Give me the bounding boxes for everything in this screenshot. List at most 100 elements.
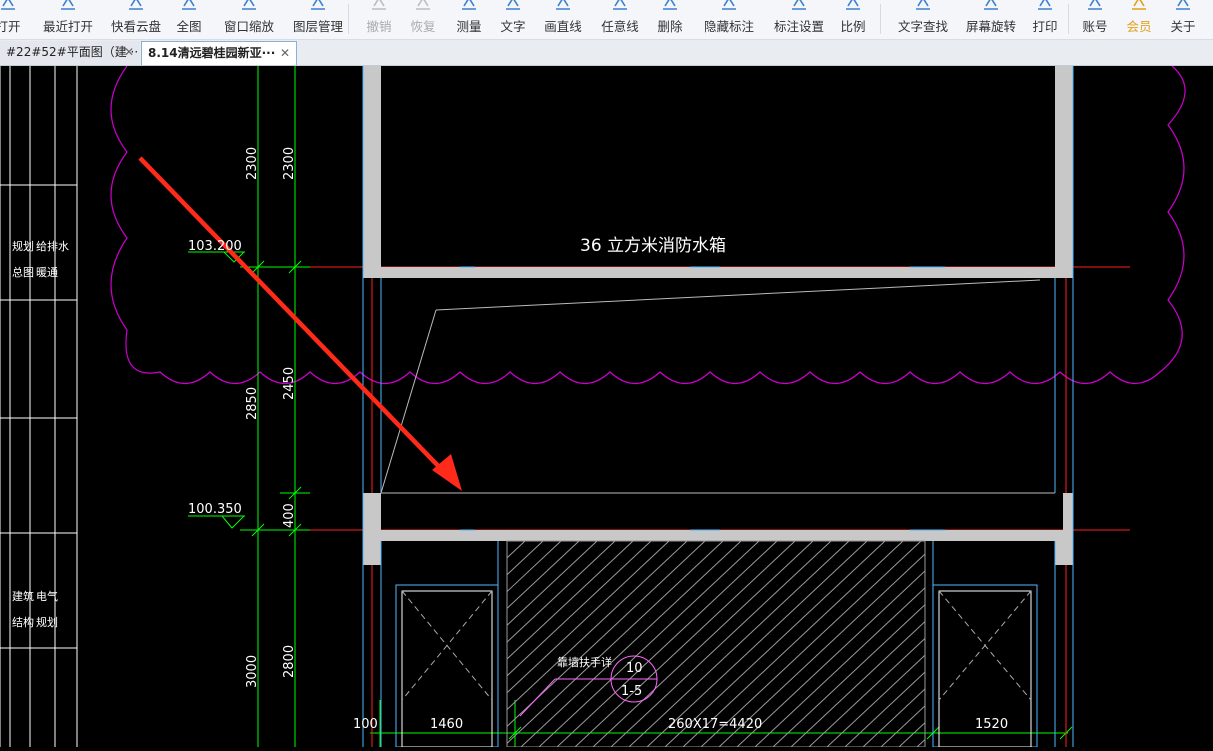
hatch-line <box>507 541 580 610</box>
pen-icon <box>611 0 629 10</box>
hatch-line <box>844 671 925 747</box>
toolbar-label: 图层管理 <box>292 19 343 34</box>
tab-2[interactable]: 8.14清远碧桂园新亚··· ✕ <box>141 41 297 65</box>
toolbar-label: 全图 <box>176 19 202 34</box>
detail-number: 10 <box>626 661 643 676</box>
ruler-icon <box>460 0 478 10</box>
hatch-line <box>754 587 925 747</box>
hatch-line <box>507 541 652 677</box>
revision-cloud-left <box>110 65 1186 385</box>
toolbar-undo-button[interactable]: 撤销 <box>362 0 396 40</box>
toolbar-ruler-button[interactable]: 测量 <box>452 0 486 40</box>
toolbar-folder-open-button[interactable]: 打开 <box>0 0 24 40</box>
toolbar-info-button[interactable]: 关于 <box>1168 0 1198 40</box>
toolbar-redo-button[interactable]: 恢复 <box>406 0 440 40</box>
text-search-icon <box>914 0 932 10</box>
tab-label: #22#52#平面图（建··· <box>6 45 139 59</box>
text-icon <box>504 0 522 10</box>
tank-label: 36 立方米消防水箱 <box>580 236 726 256</box>
hatch-line <box>507 541 616 643</box>
toolbar-cloud-button[interactable]: 快看云盘 <box>104 0 168 40</box>
walls <box>363 66 1073 565</box>
cad-drawing-canvas[interactable]: 规划 总图 建筑 结构 给排水 暖通 电气 规划 103.200 100.350… <box>0 65 1213 748</box>
wall-outlines <box>362 66 1074 747</box>
toolbar-label: 关于 <box>1170 19 1196 34</box>
dim-outer-1: 2300 <box>245 147 260 180</box>
toolbar-layers-button[interactable]: 图层管理 <box>286 0 350 40</box>
toolbar-pen-button[interactable]: 任意线 <box>600 0 640 40</box>
red-arrow-annotation <box>138 156 462 491</box>
bottom-dim-3: 260X17=4420 <box>668 717 762 732</box>
detail-note: 靠墙扶手详 <box>557 655 612 669</box>
toolbar-label: 文字查找 <box>897 19 948 34</box>
title-block-cell: 规划 <box>36 615 58 629</box>
title-block-cell: 电气 <box>36 589 58 603</box>
title-block-cell: 结构 <box>12 615 34 629</box>
toolbar-label: 隐藏标注 <box>703 19 754 34</box>
title-block-cell: 总图 <box>12 265 34 279</box>
hatch-line <box>916 738 925 747</box>
toolbar-label: 标注设置 <box>773 19 824 34</box>
toolbar-history-button[interactable]: 最近打开 <box>36 0 100 40</box>
title-block-cell: 暖通 <box>36 266 58 279</box>
hatch-line <box>507 541 598 626</box>
hatch-line <box>862 688 925 747</box>
bottom-dim-4: 1520 <box>975 717 1008 732</box>
dim-outer-3: 3000 <box>245 655 260 688</box>
close-icon[interactable]: ✕ <box>124 41 134 64</box>
toolbar-label: 比例 <box>840 19 866 34</box>
toolbar-gear-button[interactable]: 标注设置 <box>770 0 828 40</box>
toolbar-separator <box>880 4 881 34</box>
tab-bar: #22#52#平面图（建··· ✕ 8.14清远碧桂园新亚··· ✕ <box>0 40 1213 66</box>
dim-inner-3: 400 <box>282 503 297 528</box>
toolbar-label: 测量 <box>456 19 482 34</box>
toolbar-label: 屏幕旋转 <box>965 19 1016 34</box>
info-icon <box>1174 0 1192 10</box>
toolbar-label: 窗口缩放 <box>223 19 274 34</box>
toolbar-label: 打开 <box>0 19 21 34</box>
scale-icon <box>844 0 862 10</box>
title-block-cell: 建筑 <box>12 589 34 603</box>
toolbar-printer-button[interactable]: 打印 <box>1028 0 1062 40</box>
toolbar: 打开 最近打开 快看云盘 全图 窗口缩放 图层管理 撤销 恢复 测量 文字 画直线 任意线 删除 隐藏标注… <box>0 0 1213 40</box>
toolbar-text-button[interactable]: 文字 <box>496 0 530 40</box>
toolbar-text-search-button[interactable]: 文字查找 <box>890 0 956 40</box>
close-icon[interactable]: ✕ <box>280 42 290 65</box>
history-icon <box>59 0 77 10</box>
tab-1[interactable]: #22#52#平面图（建··· ✕ <box>0 41 140 65</box>
title-block <box>0 66 78 747</box>
toolbar-vip-button[interactable]: 会员 <box>1124 0 1154 40</box>
cloud-icon <box>127 0 145 10</box>
toolbar-eraser-button[interactable]: 删除 <box>654 0 686 40</box>
toolbar-label: 文字 <box>500 19 526 34</box>
fullscreen-icon <box>180 0 198 10</box>
toolbar-eye-button[interactable]: 隐藏标注 <box>700 0 758 40</box>
hatch-line <box>898 721 925 747</box>
undo-icon <box>370 0 388 10</box>
toolbar-zoom-window-button[interactable]: 窗口缩放 <box>218 0 280 40</box>
dim-inner-2: 2450 <box>282 367 297 400</box>
toolbar-label: 撤销 <box>366 19 392 34</box>
level-upper: 103.200 <box>188 239 242 254</box>
sketch-lines <box>380 279 1055 494</box>
hatch-line <box>507 541 508 542</box>
layers-icon <box>309 0 327 10</box>
bottom-dim-2: 1460 <box>430 717 463 732</box>
vip-icon <box>1130 0 1148 10</box>
toolbar-separator <box>1068 4 1069 34</box>
toolbar-label: 删除 <box>657 19 683 34</box>
toolbar-rotate-button[interactable]: 屏幕旋转 <box>958 0 1024 40</box>
line-icon <box>554 0 572 10</box>
toolbar-scale-button[interactable]: 比例 <box>838 0 868 40</box>
tab-label: 8.14清远碧桂园新亚··· <box>148 46 276 60</box>
toolbar-user-button[interactable]: 账号 <box>1078 0 1112 40</box>
toolbar-line-button[interactable]: 画直线 <box>540 0 586 40</box>
eye-icon <box>720 0 738 10</box>
user-icon <box>1086 0 1104 10</box>
title-block-cell: 给排水 <box>36 239 69 253</box>
toolbar-fullscreen-button[interactable]: 全图 <box>172 0 206 40</box>
toolbar-label: 账号 <box>1082 19 1108 34</box>
hatch-line <box>507 541 670 694</box>
toolbar-label: 最近打开 <box>42 19 93 34</box>
toolbar-label: 恢复 <box>410 19 436 34</box>
